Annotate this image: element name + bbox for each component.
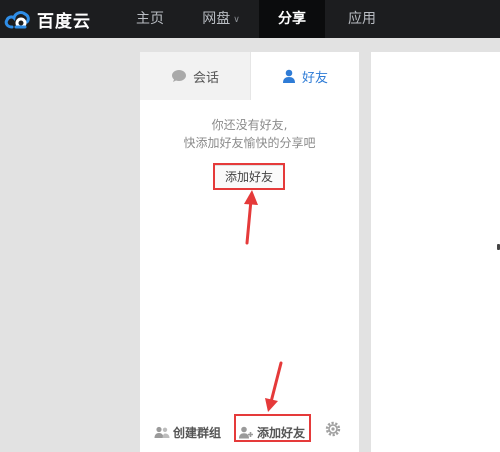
panel-tabs: 会话 好友: [140, 52, 359, 100]
chevron-down-icon: ∨: [233, 15, 240, 25]
chat-bubble-icon: [171, 70, 186, 82]
tab-friends[interactable]: 好友: [250, 52, 359, 100]
nav-share[interactable]: 分享: [259, 0, 325, 38]
create-group-button[interactable]: 创建群组: [154, 412, 221, 452]
create-group-label: 创建群组: [173, 425, 222, 440]
nav-apps[interactable]: 应用: [331, 0, 393, 38]
nav-home-label: 主页: [136, 11, 164, 27]
tab-friends-label: 好友: [301, 70, 328, 86]
empty-state-text: 你还没有好友,: [211, 118, 288, 132]
content-area: [371, 52, 500, 452]
nav-netdisk-label: 网盘: [202, 11, 231, 27]
group-icon: [154, 426, 170, 438]
nav-share-label: 分享: [278, 11, 306, 27]
person-icon: [282, 69, 295, 83]
settings-button[interactable]: [324, 420, 342, 442]
baidu-cloud-logo[interactable]: 百度云: [4, 0, 91, 38]
top-nav-bar: 百度云 主页 网盘 ∨ 分享 应用: [0, 0, 500, 38]
footer-add-friend-label: 添加好友: [257, 425, 306, 440]
cloud-logo-icon: [4, 11, 30, 29]
add-friend-button[interactable]: 添加好友: [214, 165, 284, 189]
tab-chat[interactable]: 会话: [140, 52, 250, 100]
empty-state-hint: 快添加好友愉快的分享吧: [183, 136, 316, 150]
nav-apps-label: 应用: [348, 11, 376, 27]
brand-name: 百度云: [37, 11, 91, 32]
nav-netdisk[interactable]: 网盘 ∨: [186, 0, 256, 38]
nav-home[interactable]: 主页: [119, 0, 181, 38]
tab-chat-label: 会话: [192, 70, 219, 86]
add-person-icon: [239, 426, 253, 438]
gear-icon: [325, 421, 341, 437]
social-panel: 会话 好友 你还没有好友, 快添加好友愉快的分享吧 添加好友 创建群组 添加好友: [140, 52, 359, 452]
footer-add-friend-button[interactable]: 添加好友: [238, 412, 305, 452]
